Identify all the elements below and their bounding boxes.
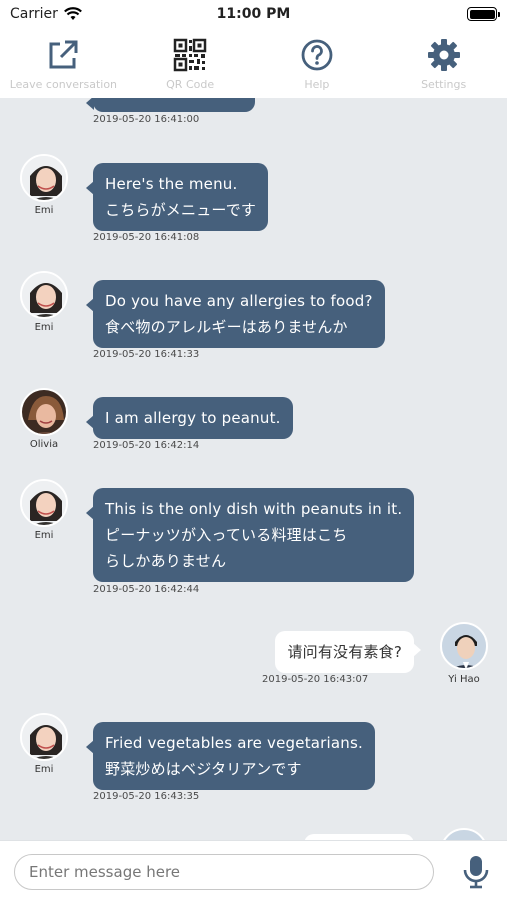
message-text-en: Here's the menu. bbox=[105, 175, 238, 193]
message-input[interactable] bbox=[14, 854, 434, 890]
leave-conversation-button[interactable]: Leave conversation bbox=[0, 28, 127, 98]
sender-name: Emi bbox=[34, 322, 54, 333]
message-timestamp: 2019-05-20 16:41:00 bbox=[93, 114, 200, 125]
help-button[interactable]: Help bbox=[254, 28, 381, 98]
settings-button[interactable]: Settings bbox=[380, 28, 507, 98]
input-bar bbox=[0, 840, 507, 900]
sender-name: Emi bbox=[34, 530, 54, 541]
avatar-emi[interactable] bbox=[20, 713, 68, 761]
help-icon bbox=[301, 39, 333, 71]
qr-code-label: QR Code bbox=[166, 78, 215, 91]
message-text-ja: 野菜炒めはベジタリアンです bbox=[105, 760, 302, 778]
leave-conversation-label: Leave conversation bbox=[9, 78, 118, 91]
message-text-en: I am allergy to peanut. bbox=[105, 409, 281, 427]
sender-name: Emi bbox=[34, 205, 54, 216]
status-left: Carrier bbox=[10, 6, 82, 22]
message-bubble: I am allergy to peanut. bbox=[86, 397, 293, 439]
message-bubble-outgoing: 请问有没有素食? bbox=[275, 631, 421, 673]
avatar-emi[interactable] bbox=[20, 271, 68, 319]
wifi-icon bbox=[63, 7, 82, 20]
message-timestamp: 2019-05-20 16:42:44 bbox=[93, 584, 200, 595]
message-timestamp: 2019-05-20 16:43:35 bbox=[93, 791, 200, 802]
message-text-en: This is the only dish with peanuts in it… bbox=[105, 500, 403, 518]
message-text-zh: 请问有没有素食? bbox=[287, 643, 402, 661]
sender-name: Emi bbox=[34, 764, 54, 775]
external-link-icon bbox=[49, 40, 78, 69]
message-bubble: Do you have any allergies to food? 食べ物のア… bbox=[86, 280, 385, 348]
carrier-label: Carrier bbox=[10, 6, 58, 22]
message-text-ja: 食べ物のアレルギーはありませんか bbox=[105, 318, 348, 336]
message-text-en: Fried vegetables are vegetarians. bbox=[105, 734, 363, 752]
avatar-olivia[interactable] bbox=[20, 388, 68, 436]
gear-icon bbox=[427, 39, 460, 71]
message-bubble: Fried vegetables are vegetarians. 野菜炒めはベ… bbox=[86, 722, 375, 790]
help-label: Help bbox=[304, 78, 330, 91]
avatar-emi[interactable] bbox=[20, 479, 68, 527]
message-timestamp: 2019-05-20 16:42:14 bbox=[93, 440, 200, 451]
qr-code-button[interactable]: QR Code bbox=[127, 28, 254, 98]
message-timestamp: 2019-05-20 16:43:07 bbox=[262, 674, 369, 685]
message-bubble bbox=[86, 98, 255, 112]
microphone-icon[interactable] bbox=[462, 855, 490, 889]
chat-area[interactable]: 2019-05-20 16:41:00 Emi Here's the menu.… bbox=[0, 98, 507, 840]
sender-name: Yi Hao bbox=[448, 674, 480, 685]
battery-icon bbox=[467, 7, 500, 21]
message-text-ja: こちらがメニューです bbox=[105, 201, 257, 219]
message-bubble: Here's the menu. こちらがメニューです bbox=[85, 163, 269, 231]
avatar-yi-hao[interactable] bbox=[440, 828, 488, 840]
message-bubble: This is the only dish with peanuts in it… bbox=[85, 488, 415, 582]
message-timestamp: 2019-05-20 16:41:08 bbox=[93, 232, 200, 243]
settings-label: Settings bbox=[421, 78, 467, 91]
message-timestamp: 2019-05-20 16:41:33 bbox=[93, 349, 200, 360]
avatar-yi-hao[interactable] bbox=[440, 622, 488, 670]
avatar-emi[interactable] bbox=[20, 154, 68, 202]
toolbar: Leave conversation QR Code Help Settings bbox=[0, 28, 507, 98]
sender-name: Olivia bbox=[29, 439, 59, 450]
message-text-en: Do you have any allergies to food? bbox=[105, 292, 373, 310]
status-bar: Carrier 11:00 PM bbox=[0, 0, 507, 28]
message-text-ja: らしかありません bbox=[105, 552, 227, 570]
qr-code-icon bbox=[173, 38, 207, 72]
message-text-ja: ピーナッツが入っている料理はこち bbox=[105, 526, 348, 544]
